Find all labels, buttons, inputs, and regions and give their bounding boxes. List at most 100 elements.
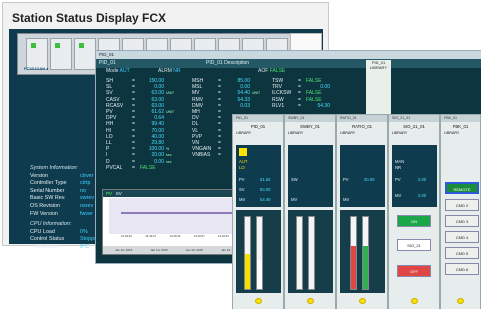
off-button[interactable]: OFF bbox=[397, 265, 431, 277]
mode-value: AUT bbox=[119, 68, 130, 74]
alarm-label: ALRM bbox=[158, 68, 172, 74]
screen: Station Status Display FCX FCX01DAN ● Sy… bbox=[0, 0, 481, 309]
rack-card[interactable] bbox=[50, 38, 72, 70]
param-unit: UNIT bbox=[166, 110, 175, 115]
cmd-5-button[interactable]: CMD 5 bbox=[445, 247, 479, 259]
info-key: FW Version bbox=[30, 210, 58, 217]
faceplate-status-panel: AUT LO PV 61.62 SV 63.00 MV 54.40 bbox=[236, 145, 281, 207]
faceplate-status-panel: SW MV bbox=[288, 145, 333, 207]
status-led bbox=[31, 43, 36, 48]
faceplate-library: LIBRARY bbox=[288, 131, 304, 135]
alarm-icon bbox=[239, 148, 247, 156]
info-key: Temperature bbox=[30, 243, 61, 250]
pid-title-bar: PID_01 PID_01 Description bbox=[96, 59, 481, 68]
rack-card[interactable] bbox=[74, 38, 96, 70]
time-tick-label: 14:46:32 bbox=[169, 234, 181, 238]
mv-bar bbox=[308, 216, 315, 290]
status-led bbox=[55, 43, 60, 48]
pv-value: 61.62 bbox=[260, 177, 271, 182]
faceplate-footer bbox=[285, 293, 335, 309]
faceplate-header: PID_01 bbox=[233, 115, 283, 122]
status-indicator-icon bbox=[457, 298, 464, 304]
param-column-1: SH = 150.00 SL = 0.00 SV = 63.00 UNIT CASV = 63.00 RC… bbox=[106, 78, 174, 171]
aof-value: FALSE bbox=[269, 68, 286, 74]
alarm-value: NR bbox=[173, 68, 181, 74]
info-value: fwver bbox=[80, 210, 93, 217]
info-key: Serial Number bbox=[30, 187, 65, 194]
trend-date-label: Jan 10, 2015 bbox=[115, 248, 133, 252]
faceplate-bar-group bbox=[236, 210, 281, 294]
info-value: 0% bbox=[80, 228, 88, 235]
faceplate-status-panel: PV 20.00 MV bbox=[340, 145, 385, 207]
mv-label: MV bbox=[343, 197, 350, 202]
info-key: OS Revision bbox=[30, 202, 60, 209]
param-value[interactable]: FALSE bbox=[140, 165, 164, 171]
alarm-value: LO bbox=[239, 165, 245, 170]
mv-value: 2.00 bbox=[418, 193, 427, 198]
pv-bar bbox=[296, 216, 303, 290]
faceplate-footer bbox=[441, 293, 480, 309]
faceplate-bar-group bbox=[288, 210, 333, 294]
faceplate-pid[interactable]: PID_01 PID_01 LIBRARY AUT LO PV 61.62 SV… bbox=[232, 114, 284, 309]
trend-pv-label: PV bbox=[106, 191, 113, 196]
status-led bbox=[79, 43, 84, 48]
faceplate-sio[interactable]: SIO_21_01 SIO_21_01 LIBRARY MAN NR PV 2.… bbox=[388, 114, 440, 309]
alarm-value: NR bbox=[395, 165, 402, 170]
status-indicator-icon bbox=[359, 298, 366, 304]
faceplate-library: LIBRARY bbox=[340, 131, 356, 135]
mv-bar bbox=[256, 216, 263, 290]
equals-sign: = bbox=[218, 152, 221, 159]
param-key: RLV1 bbox=[272, 102, 285, 109]
trend-date-label: Jan 10, 2015 bbox=[185, 248, 204, 252]
faceplate-footer bbox=[337, 293, 387, 309]
sio-button[interactable]: SIO_21 bbox=[397, 239, 431, 251]
param-column-3: TSW = FALSE TRV = 0.00 ILCKSW = FALSE RSW = FALSE RL… bbox=[272, 78, 330, 109]
cmd-6-button[interactable]: CMD 6 bbox=[445, 263, 479, 275]
trend-date-label: Jan 10, 2015 bbox=[150, 248, 168, 252]
info-value: 0°C bbox=[80, 243, 90, 250]
info-key: Controller Type bbox=[30, 180, 67, 187]
cmd-3-button[interactable]: CMD 3 bbox=[445, 215, 479, 227]
faceplate-ratio[interactable]: RATIO_01 RATIO_01 LIBRARY PV 20.00 MV bbox=[336, 114, 388, 309]
param-key: VNBIAS bbox=[192, 152, 211, 159]
param-row: RLV1 = 54.30 bbox=[272, 103, 330, 109]
faceplate-library: LIBRARY bbox=[444, 131, 460, 135]
param-value[interactable]: 54.30 bbox=[306, 103, 330, 109]
aof-indicator: AOF FALSE bbox=[258, 68, 285, 74]
mode-value: MAN bbox=[395, 159, 405, 164]
sv-label: SV bbox=[239, 187, 245, 192]
info-value: no bbox=[80, 187, 86, 194]
rack-label: FCX01DAN ● bbox=[24, 66, 49, 71]
faceplate-fbk[interactable]: FBK_01 FBK_01 LIBRARY REMOTE CMD 2 CMD 3… bbox=[440, 114, 481, 309]
info-key: CPU Load bbox=[30, 228, 55, 235]
pv-bar-fill bbox=[351, 245, 356, 289]
pid-window-titlebar[interactable]: PID_01 bbox=[96, 51, 481, 59]
param-unit: sec bbox=[166, 159, 172, 164]
time-tick-label: 14:46:22 bbox=[121, 234, 132, 238]
faceplate-swby[interactable]: SWBY_01 SWBY_01 LIBRARY SW MV bbox=[284, 114, 336, 309]
pv-bar-fill bbox=[245, 254, 250, 289]
faceplate-library: LIBRARY bbox=[236, 131, 252, 135]
on-button[interactable]: ON bbox=[397, 215, 431, 227]
trend-sv-label: SV bbox=[115, 191, 122, 196]
cmd-4-button[interactable]: CMD 4 bbox=[445, 231, 479, 243]
param-unit: UNIT bbox=[166, 91, 175, 96]
faceplate-library: LIBRARY bbox=[392, 131, 408, 135]
pv-bar bbox=[350, 216, 357, 290]
faceplate-footer bbox=[233, 293, 283, 309]
mv-bar-fill bbox=[257, 260, 262, 289]
faceplate-header: RATIO_01 bbox=[337, 115, 387, 122]
equals-sign: = bbox=[132, 164, 135, 171]
mode-value: AUT bbox=[239, 159, 248, 164]
cmd-2-button[interactable]: CMD 2 bbox=[445, 199, 479, 211]
mode-indicator[interactable]: Mode AUT bbox=[106, 68, 130, 74]
mv-label: MV bbox=[239, 197, 246, 202]
mv-bar-fill bbox=[363, 245, 368, 289]
remote-button[interactable]: REMOTE bbox=[445, 182, 479, 194]
faceplate-status-panel: MAN NR PV 2.00 MV 2.00 bbox=[392, 145, 437, 207]
pv-label: PV bbox=[239, 177, 245, 182]
param-unit: UNIT bbox=[252, 91, 261, 96]
sv-value: 63.00 bbox=[260, 187, 271, 192]
mode-label: Mode bbox=[106, 68, 119, 74]
mv-label: MV bbox=[291, 197, 298, 202]
